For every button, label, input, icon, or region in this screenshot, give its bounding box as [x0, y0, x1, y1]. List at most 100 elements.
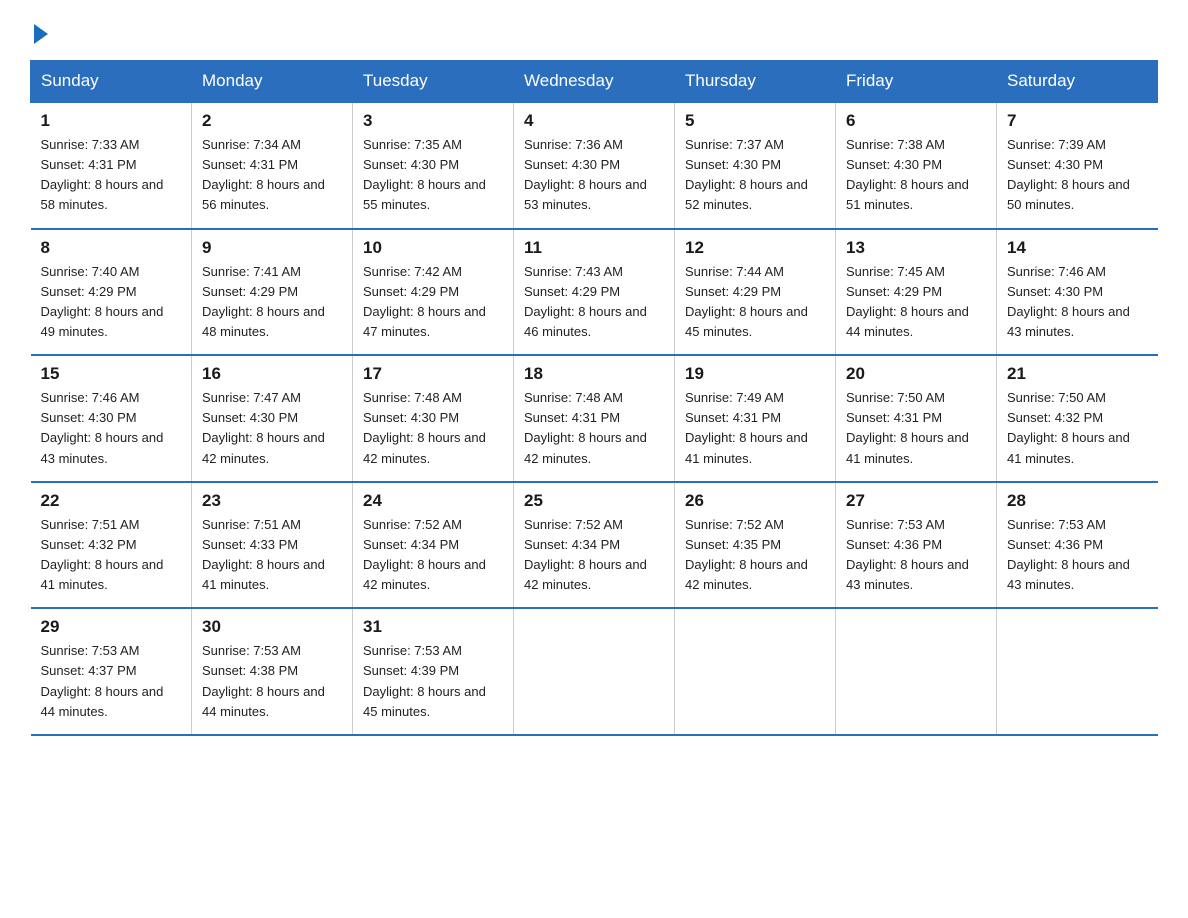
day-info: Sunrise: 7:48 AMSunset: 4:30 PMDaylight:…: [363, 388, 503, 469]
calendar-day-cell: 14 Sunrise: 7:46 AMSunset: 4:30 PMDayligh…: [997, 229, 1158, 356]
day-number: 2: [202, 111, 342, 131]
day-info: Sunrise: 7:53 AMSunset: 4:37 PMDaylight:…: [41, 641, 182, 722]
day-number: 27: [846, 491, 986, 511]
day-info: Sunrise: 7:47 AMSunset: 4:30 PMDaylight:…: [202, 388, 342, 469]
day-info: Sunrise: 7:53 AMSunset: 4:36 PMDaylight:…: [1007, 515, 1148, 596]
day-info: Sunrise: 7:39 AMSunset: 4:30 PMDaylight:…: [1007, 135, 1148, 216]
day-info: Sunrise: 7:44 AMSunset: 4:29 PMDaylight:…: [685, 262, 825, 343]
day-number: 26: [685, 491, 825, 511]
calendar-day-cell: 7 Sunrise: 7:39 AMSunset: 4:30 PMDaylight…: [997, 102, 1158, 229]
day-number: 6: [846, 111, 986, 131]
day-number: 10: [363, 238, 503, 258]
calendar-day-cell: 30 Sunrise: 7:53 AMSunset: 4:38 PMDayligh…: [192, 608, 353, 735]
calendar-day-cell: 18Sunrise: 7:48 AMSunset: 4:31 PMDayligh…: [514, 355, 675, 482]
day-info: Sunrise: 7:36 AMSunset: 4:30 PMDaylight:…: [524, 135, 664, 216]
header-day-sunday: Sunday: [31, 61, 192, 103]
calendar-day-cell: 21 Sunrise: 7:50 AMSunset: 4:32 PMDayligh…: [997, 355, 1158, 482]
day-number: 21: [1007, 364, 1148, 384]
day-number: 8: [41, 238, 182, 258]
calendar-day-cell: [836, 608, 997, 735]
calendar-day-cell: 26 Sunrise: 7:52 AMSunset: 4:35 PMDayligh…: [675, 482, 836, 609]
day-number: 15: [41, 364, 182, 384]
day-info: Sunrise: 7:37 AMSunset: 4:30 PMDaylight:…: [685, 135, 825, 216]
day-number: 22: [41, 491, 182, 511]
calendar-day-cell: [997, 608, 1158, 735]
calendar-day-cell: 13 Sunrise: 7:45 AMSunset: 4:29 PMDayligh…: [836, 229, 997, 356]
header-day-tuesday: Tuesday: [353, 61, 514, 103]
calendar-day-cell: 6 Sunrise: 7:38 AMSunset: 4:30 PMDaylight…: [836, 102, 997, 229]
day-number: 30: [202, 617, 342, 637]
calendar-day-cell: [514, 608, 675, 735]
day-info: Sunrise: 7:51 AMSunset: 4:32 PMDaylight:…: [41, 515, 182, 596]
day-info: Sunrise: 7:52 AMSunset: 4:35 PMDaylight:…: [685, 515, 825, 596]
day-info: Sunrise: 7:53 AMSunset: 4:38 PMDaylight:…: [202, 641, 342, 722]
day-number: 13: [846, 238, 986, 258]
day-number: 20: [846, 364, 986, 384]
calendar-header-row: SundayMondayTuesdayWednesdayThursdayFrid…: [31, 61, 1158, 103]
header-day-monday: Monday: [192, 61, 353, 103]
calendar-day-cell: [675, 608, 836, 735]
day-info: Sunrise: 7:51 AMSunset: 4:33 PMDaylight:…: [202, 515, 342, 596]
day-number: 11: [524, 238, 664, 258]
day-info: Sunrise: 7:53 AMSunset: 4:36 PMDaylight:…: [846, 515, 986, 596]
day-number: 16: [202, 364, 342, 384]
day-info: Sunrise: 7:42 AMSunset: 4:29 PMDaylight:…: [363, 262, 503, 343]
day-info: Sunrise: 7:34 AMSunset: 4:31 PMDaylight:…: [202, 135, 342, 216]
page-header: [30, 20, 1158, 40]
day-number: 7: [1007, 111, 1148, 131]
header-day-saturday: Saturday: [997, 61, 1158, 103]
calendar-day-cell: 2 Sunrise: 7:34 AMSunset: 4:31 PMDaylight…: [192, 102, 353, 229]
day-number: 5: [685, 111, 825, 131]
day-number: 25: [524, 491, 664, 511]
day-info: Sunrise: 7:49 AMSunset: 4:31 PMDaylight:…: [685, 388, 825, 469]
day-number: 24: [363, 491, 503, 511]
day-number: 28: [1007, 491, 1148, 511]
day-number: 3: [363, 111, 503, 131]
calendar-day-cell: 24Sunrise: 7:52 AMSunset: 4:34 PMDayligh…: [353, 482, 514, 609]
calendar-day-cell: 10 Sunrise: 7:42 AMSunset: 4:29 PMDayligh…: [353, 229, 514, 356]
day-info: Sunrise: 7:46 AMSunset: 4:30 PMDaylight:…: [1007, 262, 1148, 343]
day-info: Sunrise: 7:33 AMSunset: 4:31 PMDaylight:…: [41, 135, 182, 216]
calendar-week-row: 1 Sunrise: 7:33 AMSunset: 4:31 PMDaylight…: [31, 102, 1158, 229]
day-info: Sunrise: 7:52 AMSunset: 4:34 PMDaylight:…: [524, 515, 664, 596]
day-info: Sunrise: 7:43 AMSunset: 4:29 PMDaylight:…: [524, 262, 664, 343]
calendar-day-cell: 25 Sunrise: 7:52 AMSunset: 4:34 PMDayligh…: [514, 482, 675, 609]
day-info: Sunrise: 7:35 AMSunset: 4:30 PMDaylight:…: [363, 135, 503, 216]
day-info: Sunrise: 7:38 AMSunset: 4:30 PMDaylight:…: [846, 135, 986, 216]
calendar-day-cell: 9 Sunrise: 7:41 AMSunset: 4:29 PMDaylight…: [192, 229, 353, 356]
day-number: 31: [363, 617, 503, 637]
calendar-day-cell: 4 Sunrise: 7:36 AMSunset: 4:30 PMDaylight…: [514, 102, 675, 229]
day-info: Sunrise: 7:53 AMSunset: 4:39 PMDaylight:…: [363, 641, 503, 722]
calendar-day-cell: 3 Sunrise: 7:35 AMSunset: 4:30 PMDaylight…: [353, 102, 514, 229]
day-info: Sunrise: 7:46 AMSunset: 4:30 PMDaylight:…: [41, 388, 182, 469]
day-info: Sunrise: 7:50 AMSunset: 4:31 PMDaylight:…: [846, 388, 986, 469]
calendar-day-cell: 15 Sunrise: 7:46 AMSunset: 4:30 PMDayligh…: [31, 355, 192, 482]
day-number: 12: [685, 238, 825, 258]
header-day-wednesday: Wednesday: [514, 61, 675, 103]
calendar-day-cell: 19Sunrise: 7:49 AMSunset: 4:31 PMDayligh…: [675, 355, 836, 482]
logo: [30, 20, 48, 40]
calendar-week-row: 22 Sunrise: 7:51 AMSunset: 4:32 PMDayligh…: [31, 482, 1158, 609]
calendar-day-cell: 31 Sunrise: 7:53 AMSunset: 4:39 PMDayligh…: [353, 608, 514, 735]
day-info: Sunrise: 7:50 AMSunset: 4:32 PMDaylight:…: [1007, 388, 1148, 469]
calendar-week-row: 29Sunrise: 7:53 AMSunset: 4:37 PMDayligh…: [31, 608, 1158, 735]
day-info: Sunrise: 7:48 AMSunset: 4:31 PMDaylight:…: [524, 388, 664, 469]
day-number: 9: [202, 238, 342, 258]
day-number: 4: [524, 111, 664, 131]
calendar-day-cell: 23Sunrise: 7:51 AMSunset: 4:33 PMDayligh…: [192, 482, 353, 609]
calendar-day-cell: 11 Sunrise: 7:43 AMSunset: 4:29 PMDayligh…: [514, 229, 675, 356]
calendar-day-cell: 22 Sunrise: 7:51 AMSunset: 4:32 PMDayligh…: [31, 482, 192, 609]
calendar-day-cell: 12 Sunrise: 7:44 AMSunset: 4:29 PMDayligh…: [675, 229, 836, 356]
calendar-day-cell: 28 Sunrise: 7:53 AMSunset: 4:36 PMDayligh…: [997, 482, 1158, 609]
calendar-week-row: 15 Sunrise: 7:46 AMSunset: 4:30 PMDayligh…: [31, 355, 1158, 482]
day-number: 14: [1007, 238, 1148, 258]
calendar-week-row: 8Sunrise: 7:40 AMSunset: 4:29 PMDaylight…: [31, 229, 1158, 356]
calendar-day-cell: 20 Sunrise: 7:50 AMSunset: 4:31 PMDayligh…: [836, 355, 997, 482]
calendar-day-cell: 17Sunrise: 7:48 AMSunset: 4:30 PMDayligh…: [353, 355, 514, 482]
header-day-thursday: Thursday: [675, 61, 836, 103]
calendar-day-cell: 16 Sunrise: 7:47 AMSunset: 4:30 PMDayligh…: [192, 355, 353, 482]
day-number: 1: [41, 111, 182, 131]
day-info: Sunrise: 7:41 AMSunset: 4:29 PMDaylight:…: [202, 262, 342, 343]
calendar-day-cell: 27 Sunrise: 7:53 AMSunset: 4:36 PMDayligh…: [836, 482, 997, 609]
day-info: Sunrise: 7:45 AMSunset: 4:29 PMDaylight:…: [846, 262, 986, 343]
